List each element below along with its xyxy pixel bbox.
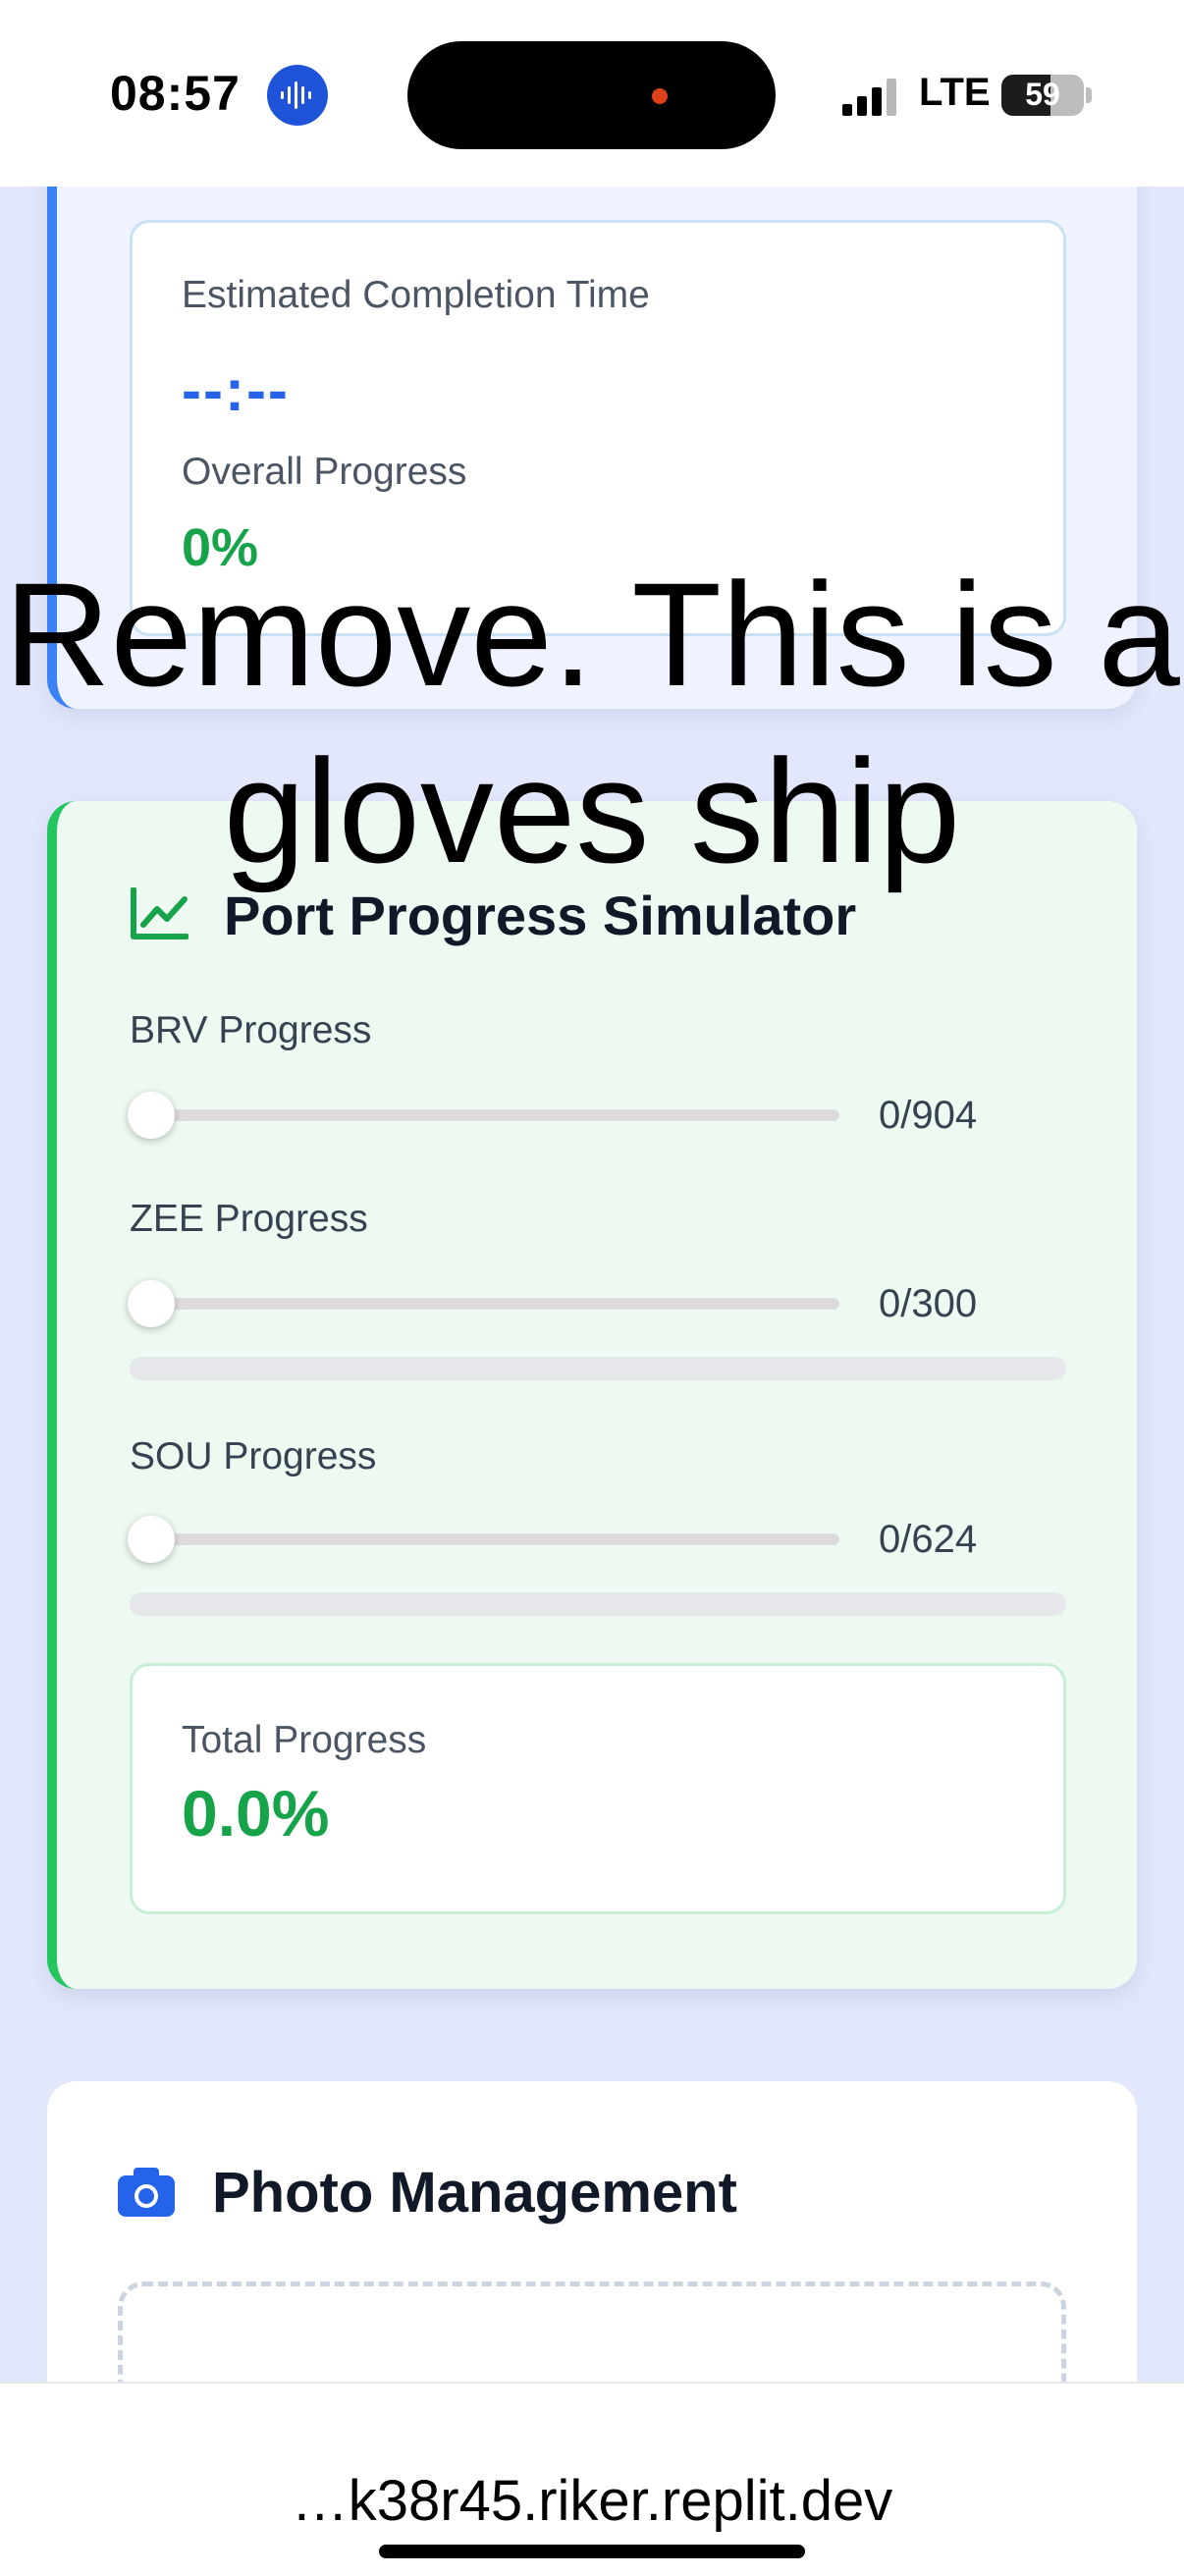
overlay-note: Remove. This is a gloves ship [4, 552, 1180, 893]
eta-value: --:-- [182, 357, 290, 423]
zee-progress-label: ZEE Progress [130, 1198, 368, 1240]
zee-slider-thumb[interactable] [128, 1280, 175, 1327]
eta-label: Estimated Completion Time [182, 274, 650, 316]
sou-progress-count: 0/624 [879, 1518, 978, 1561]
browser-url-bar[interactable]: …k38r45.riker.replit.dev [0, 2382, 1184, 2576]
url-text[interactable]: …k38r45.riker.replit.dev [0, 2468, 1184, 2534]
total-progress-value: 0.0% [182, 1777, 330, 1850]
dynamic-island [407, 41, 776, 149]
network-type: LTE [919, 71, 991, 114]
sou-slider-track[interactable] [147, 1533, 839, 1545]
brv-progress-count: 0/904 [879, 1094, 978, 1137]
battery-percentage: 59 [1025, 77, 1060, 112]
total-progress-label: Total Progress [182, 1719, 427, 1761]
zee-progress-count: 0/300 [879, 1282, 978, 1325]
brv-slider-thumb[interactable] [128, 1092, 175, 1139]
battery-cap [1086, 87, 1092, 103]
home-indicator[interactable] [379, 2545, 805, 2558]
brv-slider-track[interactable] [147, 1109, 839, 1121]
camera-icon [118, 2168, 175, 2217]
camera-indicator-icon [652, 88, 668, 104]
zee-slider-track[interactable] [147, 1298, 839, 1310]
zee-progress-bar [130, 1357, 1066, 1380]
photo-management-title: Photo Management [212, 2161, 737, 2225]
audio-recording-icon[interactable] [267, 65, 328, 126]
sou-slider-thumb[interactable] [128, 1516, 175, 1563]
sou-progress-bar [130, 1592, 1066, 1616]
battery-icon: 59 [1001, 75, 1084, 116]
sou-progress-label: SOU Progress [130, 1435, 377, 1477]
total-progress-box: Total Progress 0.0% [130, 1663, 1066, 1914]
status-time: 08:57 [110, 66, 241, 121]
cellular-signal-icon [842, 79, 896, 116]
status-bar: 08:57 LTE 59 [0, 0, 1184, 187]
brv-progress-label: BRV Progress [130, 1009, 372, 1051]
overall-progress-label: Overall Progress [182, 451, 467, 493]
